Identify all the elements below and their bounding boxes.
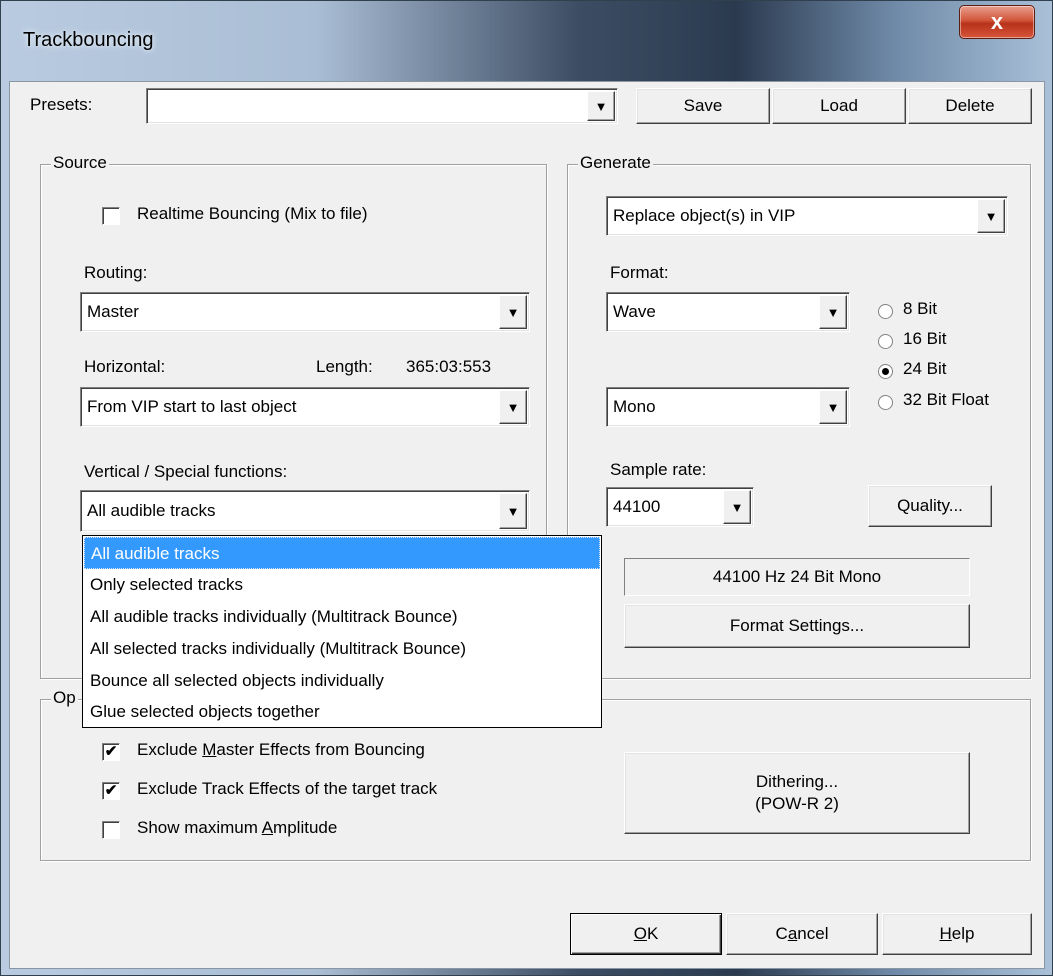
vertical-dropdown-list: All audible tracks Only selected tracks … (82, 535, 602, 728)
sample-rate-combo[interactable]: 44100 ▼ (606, 487, 754, 527)
dithering-type: (POW-R 2) (755, 794, 839, 813)
title-bar[interactable]: Trackbouncing x (1, 1, 1052, 81)
format-summary: 44100 Hz 24 Bit Mono (624, 558, 970, 596)
chevron-down-icon: ▼ (594, 98, 608, 114)
dropdown-option[interactable]: Bounce all selected objects individually (84, 665, 600, 697)
bit-16-radio[interactable] (878, 334, 893, 349)
generate-mode-value: Replace object(s) in VIP (613, 206, 796, 225)
bit-24-label: 24 Bit (903, 359, 947, 378)
exclude-track-effects-label: Exclude Track Effects of the target trac… (137, 779, 438, 798)
realtime-bouncing-label: Realtime Bouncing (Mix to file) (137, 204, 368, 223)
cancel-button[interactable]: Cancel (726, 913, 878, 955)
length-value: 365:03:553 (406, 357, 492, 376)
realtime-bouncing-checkbox[interactable] (102, 207, 120, 225)
vertical-dropdown-button[interactable]: ▼ (499, 493, 527, 529)
sample-rate-value: 44100 (613, 497, 661, 516)
show-max-amplitude-checkbox[interactable] (102, 821, 120, 839)
exclude-master-effects-checkbox[interactable]: ✔ (102, 743, 120, 761)
dialog-client-area: Presets: ▼ Save Load Delete Source Realt… (9, 81, 1045, 969)
bit-24-radio[interactable] (878, 364, 893, 379)
dropdown-option[interactable]: All audible tracks (84, 537, 600, 569)
chevron-down-icon: ▼ (984, 208, 998, 224)
horizontal-value: From VIP start to last object (87, 397, 297, 416)
chevron-down-icon: ▼ (826, 399, 840, 415)
ok-button[interactable]: OK (570, 913, 722, 955)
channels-value: Mono (613, 397, 656, 416)
chevron-down-icon: ▼ (826, 304, 840, 320)
dropdown-option[interactable]: Only selected tracks (84, 569, 600, 601)
save-button[interactable]: Save (636, 88, 770, 124)
routing-label: Routing: (84, 263, 148, 282)
exclude-track-effects-checkbox[interactable]: ✔ (102, 782, 120, 800)
chevron-down-icon: ▼ (730, 499, 744, 515)
presets-combo[interactable]: ▼ (146, 88, 618, 124)
trackbouncing-window: Trackbouncing x Presets: ▼ Save Load Del… (0, 0, 1053, 976)
close-button[interactable]: x (959, 5, 1035, 39)
checkmark-icon: ✔ (104, 782, 118, 799)
presets-dropdown-button[interactable]: ▼ (587, 91, 615, 121)
dropdown-option[interactable]: All audible tracks individually (Multitr… (84, 601, 600, 633)
channels-combo[interactable]: Mono ▼ (606, 387, 850, 427)
routing-combo[interactable]: Master ▼ (80, 292, 530, 332)
horizontal-dropdown-button[interactable]: ▼ (499, 390, 527, 424)
generate-group-title: Generate (578, 153, 653, 173)
show-max-amplitude-label: Show maximum Amplitude (137, 818, 338, 837)
exclude-master-effects-label: Exclude Master Effects from Bouncing (137, 740, 425, 759)
chevron-down-icon: ▼ (506, 503, 520, 519)
sample-rate-label: Sample rate: (610, 460, 707, 479)
horizontal-combo[interactable]: From VIP start to last object ▼ (80, 387, 530, 427)
delete-button[interactable]: Delete (908, 88, 1032, 124)
checkmark-icon: ✔ (104, 743, 118, 760)
format-value: Wave (613, 302, 656, 321)
format-label: Format: (610, 263, 669, 282)
vertical-label: Vertical / Special functions: (84, 462, 288, 481)
dithering-label: Dithering... (755, 772, 839, 791)
load-button[interactable]: Load (772, 88, 906, 124)
close-icon: x (990, 9, 1004, 34)
channels-dropdown-button[interactable]: ▼ (819, 390, 847, 424)
source-group-title: Source (51, 153, 109, 173)
format-dropdown-button[interactable]: ▼ (819, 295, 847, 329)
window-title: Trackbouncing (23, 29, 154, 51)
generate-mode-combo[interactable]: Replace object(s) in VIP ▼ (606, 196, 1008, 236)
options-group-title: Op (51, 688, 78, 708)
dithering-button[interactable]: Dithering... (POW-R 2) (624, 752, 970, 834)
bit-32-float-radio[interactable] (878, 395, 893, 410)
sample-rate-dropdown-button[interactable]: ▼ (723, 490, 751, 524)
generate-mode-dropdown-button[interactable]: ▼ (977, 199, 1005, 233)
bit-8-radio[interactable] (878, 304, 893, 319)
format-settings-button[interactable]: Format Settings... (624, 604, 970, 648)
horizontal-label: Horizontal: (84, 357, 166, 376)
chevron-down-icon: ▼ (506, 399, 520, 415)
presets-label: Presets: (30, 95, 93, 114)
quality-button[interactable]: Quality... (868, 485, 992, 527)
vertical-value: All audible tracks (87, 501, 216, 520)
format-combo[interactable]: Wave ▼ (606, 292, 850, 332)
help-button[interactable]: Help (882, 913, 1032, 955)
routing-dropdown-button[interactable]: ▼ (499, 295, 527, 329)
chevron-down-icon: ▼ (506, 304, 520, 320)
bit-32-float-label: 32 Bit Float (903, 390, 989, 409)
bit-8-label: 8 Bit (903, 299, 938, 318)
vertical-combo[interactable]: All audible tracks ▼ (80, 490, 530, 532)
dropdown-option[interactable]: All selected tracks individually (Multit… (84, 633, 600, 665)
dropdown-option[interactable]: Glue selected objects together (84, 696, 600, 728)
bit-16-label: 16 Bit (903, 329, 947, 348)
length-label: Length: (316, 357, 373, 376)
routing-value: Master (87, 302, 139, 321)
